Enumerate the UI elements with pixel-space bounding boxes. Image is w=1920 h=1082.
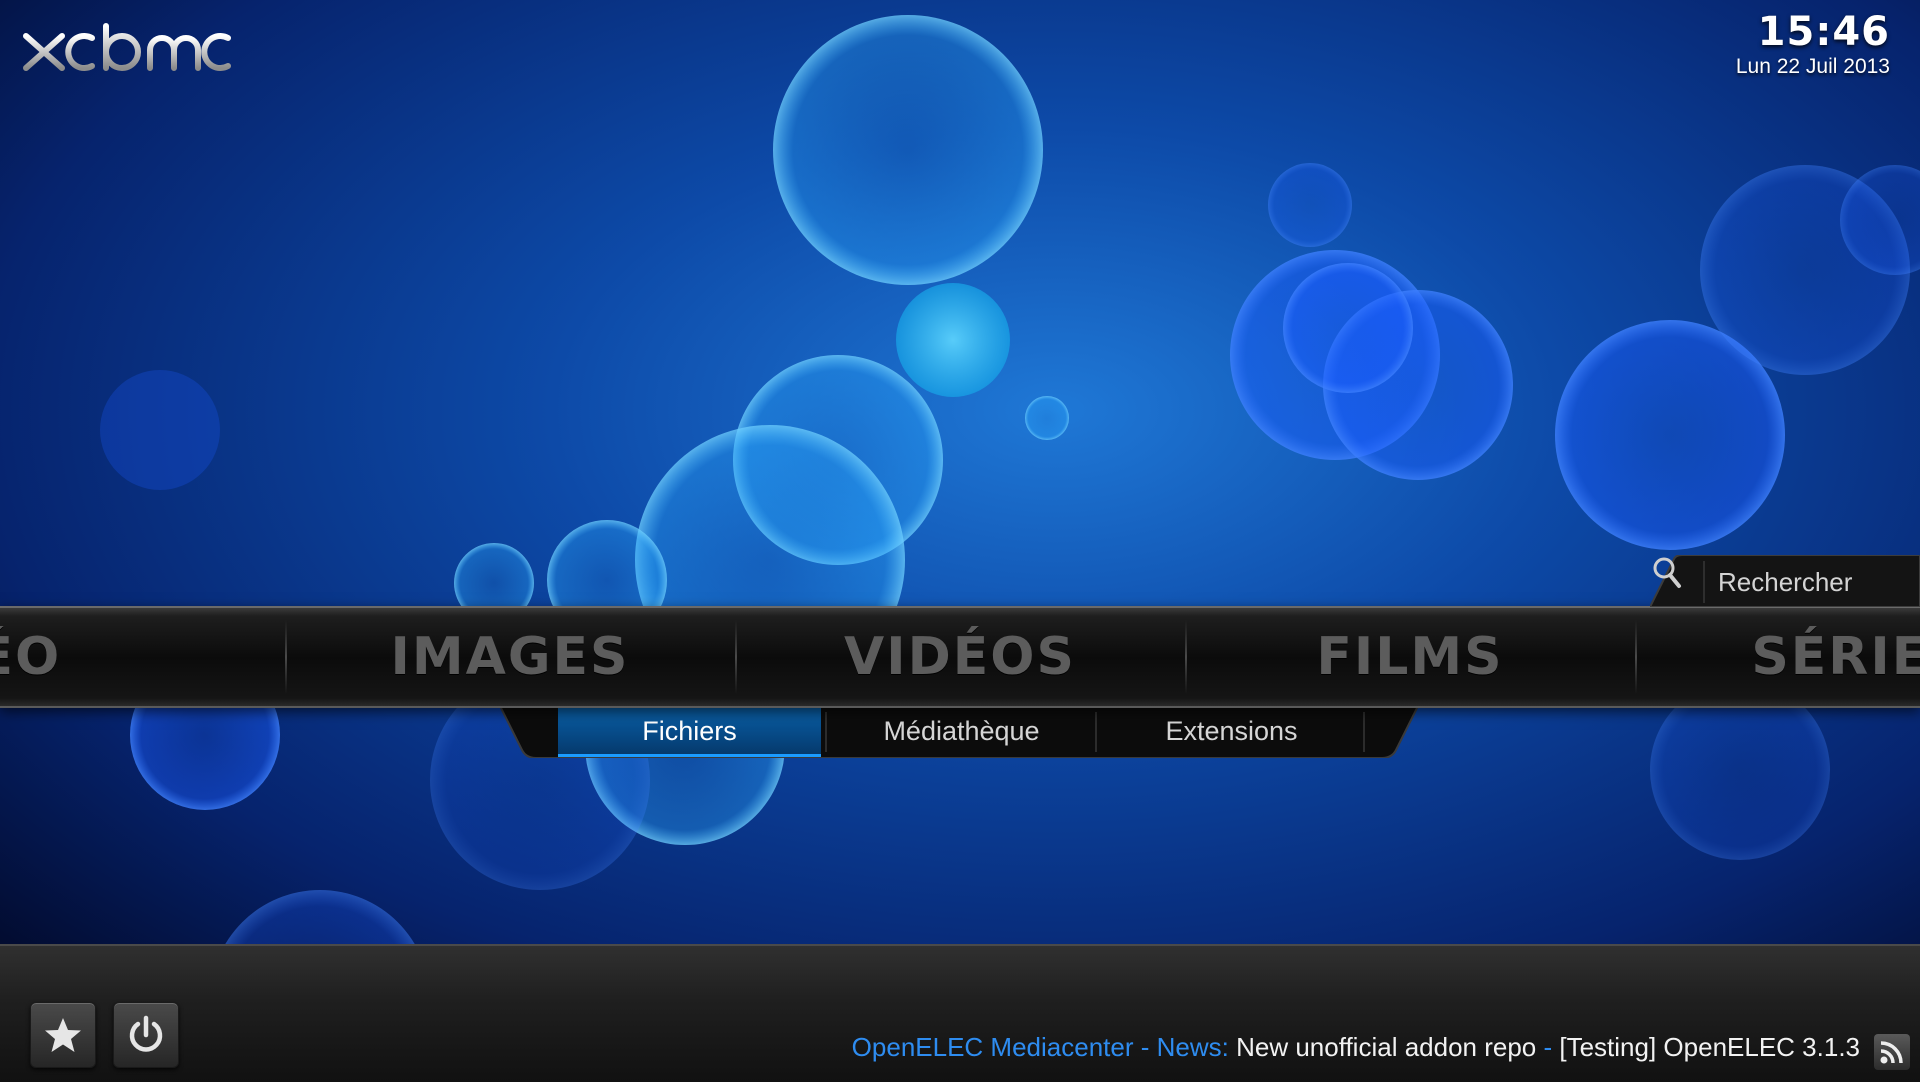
menu-item-weather[interactable]: MÉTÉO (0, 608, 180, 706)
menu-item-images[interactable]: IMAGES (285, 608, 735, 706)
menu-item-series[interactable]: SÉRIES (1635, 608, 1920, 706)
sub-menu-bar: Fichiers Médiathèque Extensions (500, 706, 1418, 758)
star-icon (45, 1018, 81, 1052)
search-button[interactable]: Rechercher (1650, 555, 1920, 607)
favourites-button[interactable] (30, 1002, 96, 1068)
ticker-separator: - (1543, 1032, 1560, 1062)
main-menu-bar: MÉTÉO IMAGES VIDÉOS FILMS SÉRIES (0, 606, 1920, 708)
sub-item-extensions[interactable]: Extensions (1100, 708, 1363, 754)
power-icon (129, 1015, 163, 1052)
ticker-headline: [Testing] OpenELEC 3.1.3 (1559, 1032, 1860, 1062)
power-button[interactable] (113, 1002, 179, 1068)
sub-menu-separator (825, 712, 827, 752)
search-label: Rechercher (1718, 567, 1853, 597)
ticker-category: News: (1156, 1032, 1229, 1062)
sub-item-mediatheque[interactable]: Médiathèque (830, 708, 1093, 754)
ticker-headline: New unofficial addon repo (1228, 1032, 1544, 1062)
ticker-separator: - (1133, 1032, 1157, 1062)
search-icon (1653, 557, 1681, 588)
rss-ticker[interactable]: OpenELEC Mediacenter - News: New unoffic… (852, 1032, 1860, 1063)
bottom-bar: OpenELEC Mediacenter - News: New unoffic… (0, 944, 1920, 1082)
clock-widget: 15:46 Lun 22 Juil 2013 (1736, 8, 1890, 78)
xbmc-logo (22, 22, 232, 82)
clock-time: 15:46 (1757, 9, 1890, 55)
background-wallpaper (0, 0, 1920, 1080)
rss-icon[interactable] (1874, 1034, 1910, 1070)
ticker-source: OpenELEC Mediacenter (851, 1032, 1134, 1062)
menu-item-films[interactable]: FILMS (1185, 608, 1635, 706)
sub-item-fichiers[interactable]: Fichiers (558, 708, 821, 757)
sub-menu-separator (1363, 712, 1365, 752)
menu-item-videos[interactable]: VIDÉOS (735, 608, 1185, 706)
sub-menu-separator (1095, 712, 1097, 752)
clock-date: Lun 22 Juil 2013 (1735, 55, 1890, 78)
